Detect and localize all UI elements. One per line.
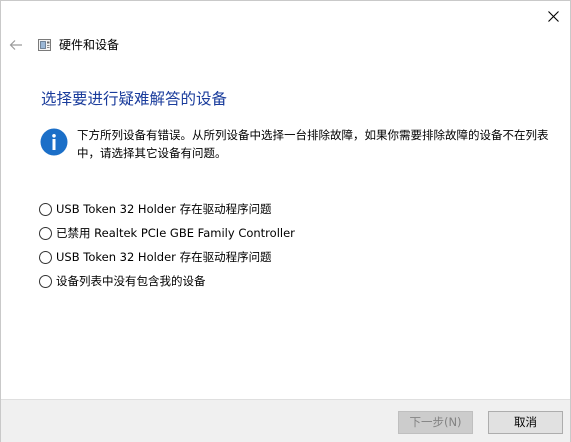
device-option-label: 设备列表中没有包含我的设备 bbox=[56, 274, 206, 288]
close-button[interactable] bbox=[542, 5, 564, 27]
hardware-device-icon bbox=[38, 39, 51, 51]
device-option[interactable]: USB Token 32 Holder 存在驱动程序问题 bbox=[39, 245, 539, 269]
window-title: 硬件和设备 bbox=[59, 38, 120, 52]
footer-bar: 下一步(N) 取消 bbox=[1, 399, 570, 442]
device-options: USB Token 32 Holder 存在驱动程序问题 已禁用 Realtek… bbox=[39, 197, 539, 293]
radio-button[interactable] bbox=[39, 203, 52, 216]
device-option-label: 已禁用 Realtek PCIe GBE Family Controller bbox=[56, 226, 295, 240]
radio-button[interactable] bbox=[39, 275, 52, 288]
troubleshooter-window: 硬件和设备 选择要进行疑难解答的设备 下方所列设备有错误。从所列设备中选择一台排… bbox=[0, 0, 571, 442]
device-option-label: USB Token 32 Holder 存在驱动程序问题 bbox=[56, 250, 272, 264]
device-option[interactable]: 设备列表中没有包含我的设备 bbox=[39, 269, 539, 293]
title-bar: 硬件和设备 bbox=[1, 31, 570, 59]
next-button[interactable]: 下一步(N) bbox=[398, 411, 473, 434]
close-icon bbox=[547, 10, 559, 22]
info-message: 下方所列设备有错误。从所列设备中选择一台排除故障，如果你需要排除故障的设备不在列… bbox=[77, 128, 549, 160]
device-option[interactable]: 已禁用 Realtek PCIe GBE Family Controller bbox=[39, 221, 539, 245]
radio-button[interactable] bbox=[39, 251, 52, 264]
device-option-label: USB Token 32 Holder 存在驱动程序问题 bbox=[56, 202, 272, 216]
back-button[interactable] bbox=[7, 37, 25, 53]
radio-button[interactable] bbox=[39, 227, 52, 240]
page-title: 选择要进行疑难解答的设备 bbox=[41, 90, 228, 108]
info-icon bbox=[40, 128, 68, 156]
arrow-left-icon bbox=[9, 40, 22, 50]
cancel-button[interactable]: 取消 bbox=[488, 411, 563, 434]
device-option[interactable]: USB Token 32 Holder 存在驱动程序问题 bbox=[39, 197, 539, 221]
